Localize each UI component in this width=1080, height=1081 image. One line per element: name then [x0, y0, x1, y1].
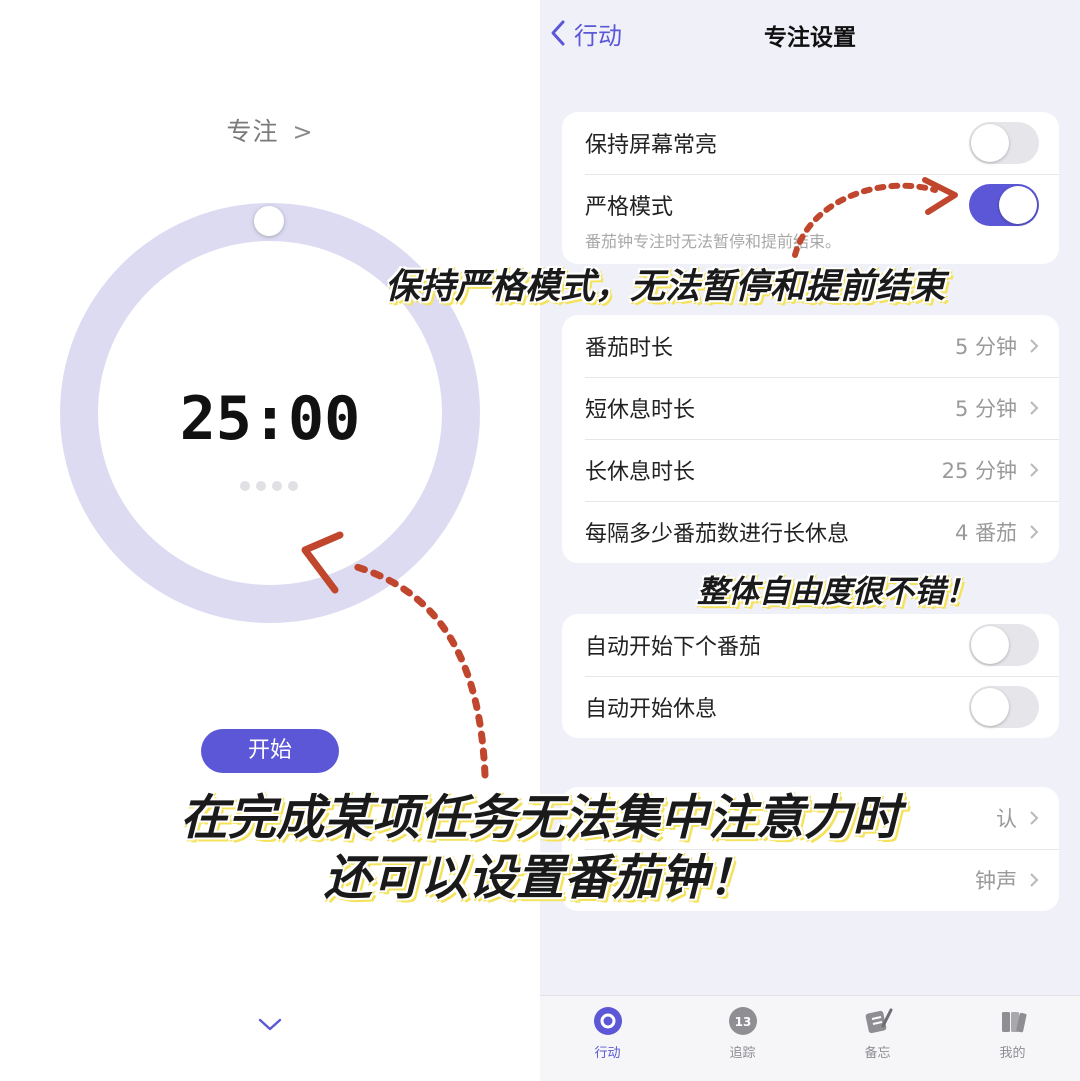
setting-value: 5 分钟 [954, 335, 1017, 359]
books-icon [998, 1006, 1028, 1036]
tab-action[interactable]: 行动 [540, 996, 675, 1081]
progress-dot [256, 481, 266, 491]
timer-display: 25:00 [179, 384, 361, 454]
display-settings-card: 保持屏幕常亮 严格模式 番茄钟专注时无法暂停和提前结束。 [562, 112, 1059, 264]
setting-value: 5 分钟 [954, 397, 1017, 421]
auto-break-row: 自动开始休息 [562, 676, 1059, 738]
chevron-right-icon [1030, 339, 1039, 353]
toggle-knob [971, 124, 1009, 162]
chevron-down-icon[interactable] [256, 1013, 284, 1035]
tab-profile[interactable]: 我的 [945, 996, 1080, 1081]
toggle-knob [971, 626, 1009, 664]
navigation-bar: 行动 专注设置 [540, 0, 1080, 70]
page-title: 专注设置 [764, 25, 856, 51]
keep-screen-on-row: 保持屏幕常亮 [562, 112, 1059, 174]
chevron-right-icon [1030, 525, 1039, 539]
setting-label: 长休息时长 [585, 460, 696, 485]
focus-mode-label: 专注 [226, 117, 279, 146]
strict-mode-row: 严格模式 [562, 174, 1059, 236]
progress-dot [240, 481, 250, 491]
auto-next-pomodoro-row: 自动开始下个番茄 [562, 614, 1059, 676]
chevron-right-icon [1030, 401, 1039, 415]
chevron-right-icon: > [292, 118, 314, 146]
progress-dot [288, 481, 298, 491]
long-break-row[interactable]: 长休息时长 25 分钟 [562, 439, 1059, 501]
progress-dot [272, 481, 282, 491]
strict-mode-toggle[interactable] [969, 184, 1039, 226]
caption-strict-mode: 保持严格模式，无法暂停和提前结束 [385, 267, 946, 307]
auto-next-label: 自动开始下个番茄 [585, 635, 762, 660]
tab-label: 我的 [999, 1046, 1026, 1061]
caption-main: 在完成某项任务无法集中注意力时 还可以设置番茄钟！ [0, 788, 1080, 908]
target-icon [593, 1006, 623, 1036]
short-break-row[interactable]: 短休息时长 5 分钟 [562, 377, 1059, 439]
setting-label: 短休息时长 [585, 398, 696, 423]
start-button[interactable]: 开始 [201, 729, 339, 773]
tab-label: 追踪 [729, 1046, 756, 1061]
focus-settings-panel: 行动 专注设置 保持屏幕常亮 严格模式 番茄钟专注时无法暂停和提前结束。 番茄时… [540, 0, 1080, 1081]
auto-break-toggle[interactable] [969, 686, 1039, 728]
toggle-knob [971, 688, 1009, 726]
tab-label: 行动 [594, 1046, 621, 1061]
duration-settings-card: 番茄时长 5 分钟 短休息时长 5 分钟 长休息时长 25 分钟 每隔多少番茄数… [562, 315, 1059, 563]
tab-memo[interactable]: 备忘 [810, 996, 945, 1081]
setting-label: 每隔多少番茄数进行长休息 [585, 522, 850, 547]
tab-label: 备忘 [864, 1046, 891, 1061]
timer-drag-handle[interactable] [254, 206, 284, 236]
auto-break-label: 自动开始休息 [585, 697, 718, 722]
setting-value: 4 番茄 [954, 521, 1017, 545]
strict-mode-label: 严格模式 [585, 195, 674, 220]
caption-main-line1: 在完成某项任务无法集中注意力时 [179, 790, 900, 846]
pomodoro-progress-dots [240, 481, 298, 491]
focus-mode-selector[interactable]: 专注 > [0, 112, 540, 148]
memo-pen-icon [863, 1006, 893, 1036]
auto-next-toggle[interactable] [969, 624, 1039, 666]
setting-value: 25 分钟 [941, 459, 1017, 483]
badge-13-icon: 13 [728, 1006, 758, 1036]
caption-freedom: 整体自由度很不错！ [697, 574, 976, 610]
pomodoro-duration-row[interactable]: 番茄时长 5 分钟 [562, 315, 1059, 377]
caption-main-line2: 还可以设置番茄钟！ [323, 850, 756, 906]
auto-start-card: 自动开始下个番茄 自动开始休息 [562, 614, 1059, 738]
tab-tracking[interactable]: 13 追踪 [675, 996, 810, 1081]
tab-bar: 行动 13 追踪 备忘 我的 [540, 995, 1080, 1081]
setting-label: 番茄时长 [585, 336, 674, 361]
timer-panel: 专注 > 25:00 开始 [0, 0, 540, 1080]
toggle-knob [999, 186, 1037, 224]
keep-screen-on-label: 保持屏幕常亮 [585, 133, 718, 158]
long-break-interval-row[interactable]: 每隔多少番茄数进行长休息 4 番茄 [562, 501, 1059, 563]
keep-screen-on-toggle[interactable] [969, 122, 1039, 164]
tab-badge-number: 13 [734, 1015, 751, 1029]
chevron-right-icon [1030, 463, 1039, 477]
